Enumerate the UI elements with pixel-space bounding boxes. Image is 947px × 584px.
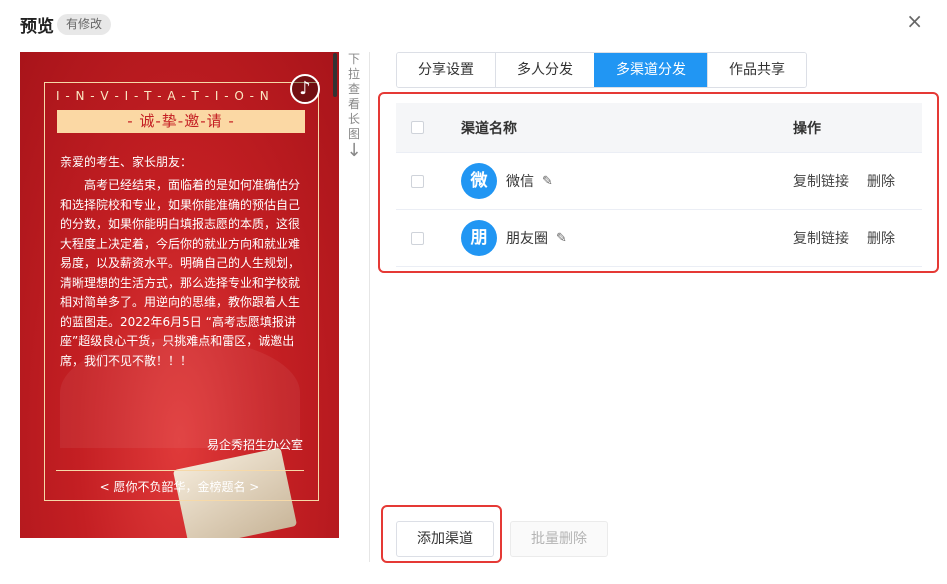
add-channel-button[interactable]: 添加渠道 (396, 521, 494, 557)
batch-delete-button[interactable]: 批量删除 (510, 521, 608, 557)
tab-share-settings[interactable]: 分享设置 (397, 53, 495, 87)
card-divider (56, 470, 304, 471)
arrow-down-icon: ↓ (346, 140, 362, 161)
music-note-icon[interactable]: ♪ (290, 74, 320, 104)
pull-hint-char: 看 (347, 97, 360, 111)
close-icon[interactable]: × (906, 10, 923, 32)
invitation-signature: 易企秀招生办公室 (206, 438, 303, 452)
preview-scrollbar[interactable] (333, 53, 337, 97)
invitation-footer: < 愿你不负韶华，金榜题名 > (99, 480, 260, 494)
pull-hint-char: 长 (347, 112, 360, 126)
modified-badge: 有修改 (57, 14, 112, 35)
page-title: 预览 (20, 17, 54, 37)
tab-multi-user[interactable]: 多人分发 (495, 53, 594, 87)
tab-multi-channel[interactable]: 多渠道分发 (594, 53, 707, 87)
invitation-greeting: 亲爱的考生、家长朋友： (60, 155, 193, 169)
invitation-preview: I - N - V - I - T - A - T - I - O - N ♪ … (20, 52, 339, 538)
pull-hint-char: 拉 (347, 67, 360, 81)
pull-hint-char: 下 (347, 52, 360, 66)
panel-divider (369, 52, 370, 562)
pull-hint-char: 查 (347, 82, 360, 96)
share-tabs: 分享设置 多人分发 多渠道分发 作品共享 (396, 52, 807, 88)
tab-work-sharing[interactable]: 作品共享 (707, 53, 806, 87)
invitation-title: - 诚-挚-邀-请 - (57, 110, 305, 133)
pull-hint: 下 拉 查 看 长 图 ↓ (346, 52, 362, 160)
invitation-body: 高考已经结束，面临着的是如何准确估分和选择院校和专业，如果你能准确的预估自己的分… (60, 178, 301, 368)
invitation-letters: I - N - V - I - T - A - T - I - O - N (56, 89, 270, 103)
highlight-box-table (378, 92, 939, 273)
